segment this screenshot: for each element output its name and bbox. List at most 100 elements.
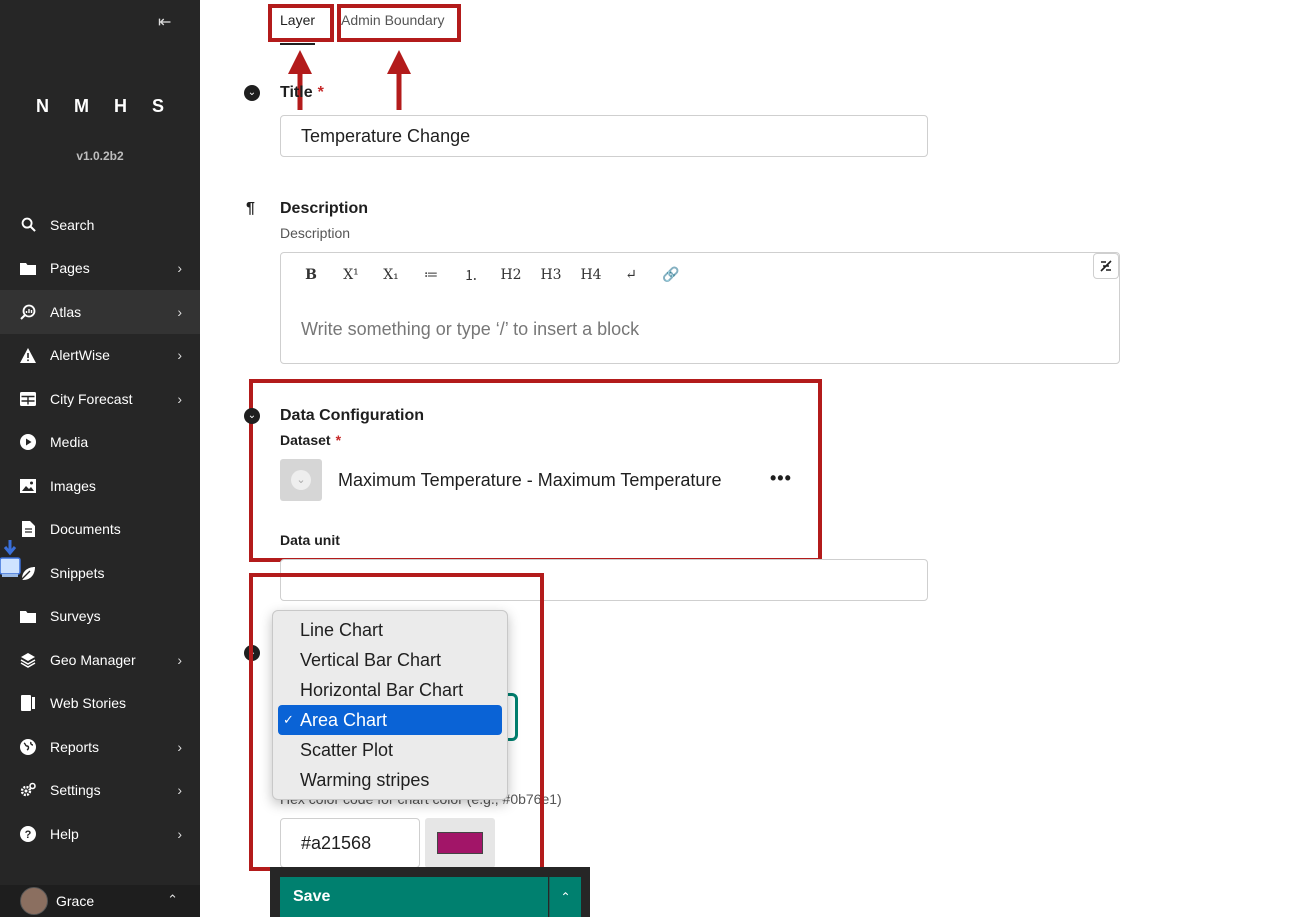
user-name: Grace [56,893,95,909]
bold-button[interactable]: B [291,263,331,287]
sidebar-item-label: Surveys [50,608,101,625]
play-icon [20,434,36,451]
sidebar-item-label: Search [50,216,95,233]
sidebar-item-help[interactable]: ? Help › [0,812,200,856]
option-area-chart[interactable]: ✓ Area Chart [278,705,502,735]
sidebar-item-label: Help [50,825,79,842]
chevron-up-icon[interactable]: ⌃ [549,877,581,917]
editor-toolbar: B X¹ X₁ ≔ ⒈ H2 H3 H4 ↵ 🔗 [291,263,691,287]
option-horizontal-bar-chart[interactable]: Horizontal Bar Chart [278,675,502,705]
dataset-value: Maximum Temperature - Maximum Temperatur… [338,470,722,490]
chevron-right-icon: › [177,390,182,407]
sidebar-item-images[interactable]: Images [0,464,200,508]
sidebar-item-geo-manager[interactable]: Geo Manager › [0,638,200,682]
data-unit-input[interactable] [280,559,928,601]
save-button[interactable]: Save [280,877,548,917]
sidebar-item-label: Reports [50,738,100,755]
editor-placeholder: Write something or type ‘/’ to insert a … [301,319,640,339]
chevron-up-icon: ⌃ [167,892,178,907]
folder-icon [20,608,36,624]
sidebar-item-label: Settings [50,782,101,799]
version-label: v1.0.2b2 [76,149,124,163]
bulleted-list-button[interactable]: ≔ [411,263,451,287]
check-icon: ✓ [283,712,294,727]
chevron-right-icon: › [177,651,182,668]
option-line-chart[interactable]: Line Chart [278,615,502,645]
brand-logo[interactable]: N M H S [0,96,200,117]
rich-text-editor[interactable]: B X¹ X₁ ≔ ⒈ H2 H3 H4 ↵ 🔗 Write something… [280,252,1120,364]
numbered-list-button[interactable]: ⒈ [451,263,491,287]
tab-layer[interactable]: Layer [280,12,316,45]
line-break-button[interactable]: ↵ [611,263,651,287]
image-icon [20,478,36,494]
title-input[interactable]: Temperature Change [280,115,928,157]
sidebar-item-city-forecast[interactable]: City Forecast › [0,377,200,421]
sidebar-item-label: Atlas [50,303,82,320]
sidebar-item-web-stories[interactable]: Web Stories [0,682,200,726]
data-configuration-heading: Data Configuration [280,407,424,424]
collapse-section-icon[interactable]: ⌄ [244,85,260,101]
document-icon [20,521,36,538]
svg-text:?: ? [25,829,32,841]
sidebar-item-label: Media [50,434,89,451]
link-button[interactable]: 🔗 [651,263,691,287]
superscript-button[interactable]: X¹ [331,263,371,287]
sidebar-item-label: Documents [50,521,121,538]
sidebar-item-label: Web Stories [50,695,126,712]
dataset-label: Dataset * [280,432,342,448]
option-label: Area Chart [300,710,388,730]
sidebar-item-label: City Forecast [50,390,133,407]
sidebar-item-surveys[interactable]: Surveys [0,595,200,639]
editor-settings-icon[interactable] [1093,253,1119,279]
description-help-text: Description [280,225,351,241]
sidebar-item-media[interactable]: Media [0,421,200,465]
annotation-arrows [288,50,411,110]
dataset-chooser-button[interactable]: ⌄ [280,459,322,501]
action-footer: Save ⌃ [270,867,590,917]
heading-2-button[interactable]: H2 [491,263,531,287]
chevron-right-icon: › [177,260,182,277]
sidebar-item-settings[interactable]: Settings › [0,769,200,813]
chevron-right-icon: › [177,303,182,320]
layers-icon [20,652,36,668]
collapse-section-icon[interactable]: ⌄ [244,645,260,661]
subscript-button[interactable]: X₁ [371,263,411,287]
collapse-left-icon[interactable]: ⇤ [158,12,171,32]
sidebar-item-alertwise[interactable]: AlertWise › [0,334,200,378]
data-unit-label: Data unit [280,532,340,548]
chevron-right-icon: › [177,738,182,755]
title-label: Title * [280,84,324,101]
avatar [20,887,48,915]
sidebar-item-snippets[interactable]: Snippets [0,551,200,595]
user-menu[interactable]: Grace ⌃ [0,885,200,917]
sidebar-item-label: Snippets [50,564,105,581]
option-warming-stripes[interactable]: Warming stripes [278,765,502,795]
cogs-icon [20,782,36,798]
search-icon [20,217,36,233]
sidebar-item-pages[interactable]: Pages › [0,247,200,291]
collapse-section-icon[interactable]: ⌄ [244,408,260,424]
option-vertical-bar-chart[interactable]: Vertical Bar Chart [278,645,502,675]
chevron-right-icon: › [177,782,182,799]
warning-icon [20,347,36,363]
sidebar-item-label: Geo Manager [50,651,136,668]
book-icon [20,695,36,712]
sidebar-item-atlas[interactable]: Atlas › [0,290,200,334]
chart-type-dropdown: Line Chart Vertical Bar Chart Horizontal… [272,610,508,800]
chart-color-input[interactable]: #a21568 [280,818,420,868]
chevron-down-icon: ⌄ [291,470,311,490]
sidebar-item-reports[interactable]: Reports › [0,725,200,769]
sidebar: ⇤ N M H S v1.0.2b2 Search Pages › Atlas … [0,0,200,917]
more-actions-icon[interactable]: ••• [770,468,792,489]
folder-icon [20,260,36,276]
sidebar-item-search[interactable]: Search [0,203,200,247]
help-icon: ? [20,825,36,842]
option-scatter-plot[interactable]: Scatter Plot [278,735,502,765]
color-picker-button[interactable] [425,818,495,868]
download-overlay-icon [0,538,22,582]
snippet-icon [20,565,36,581]
heading-4-button[interactable]: H4 [571,263,611,287]
tab-admin-boundary[interactable]: Admin Boundary [341,12,445,28]
heading-3-button[interactable]: H3 [531,263,571,287]
sidebar-item-documents[interactable]: Documents [0,508,200,552]
